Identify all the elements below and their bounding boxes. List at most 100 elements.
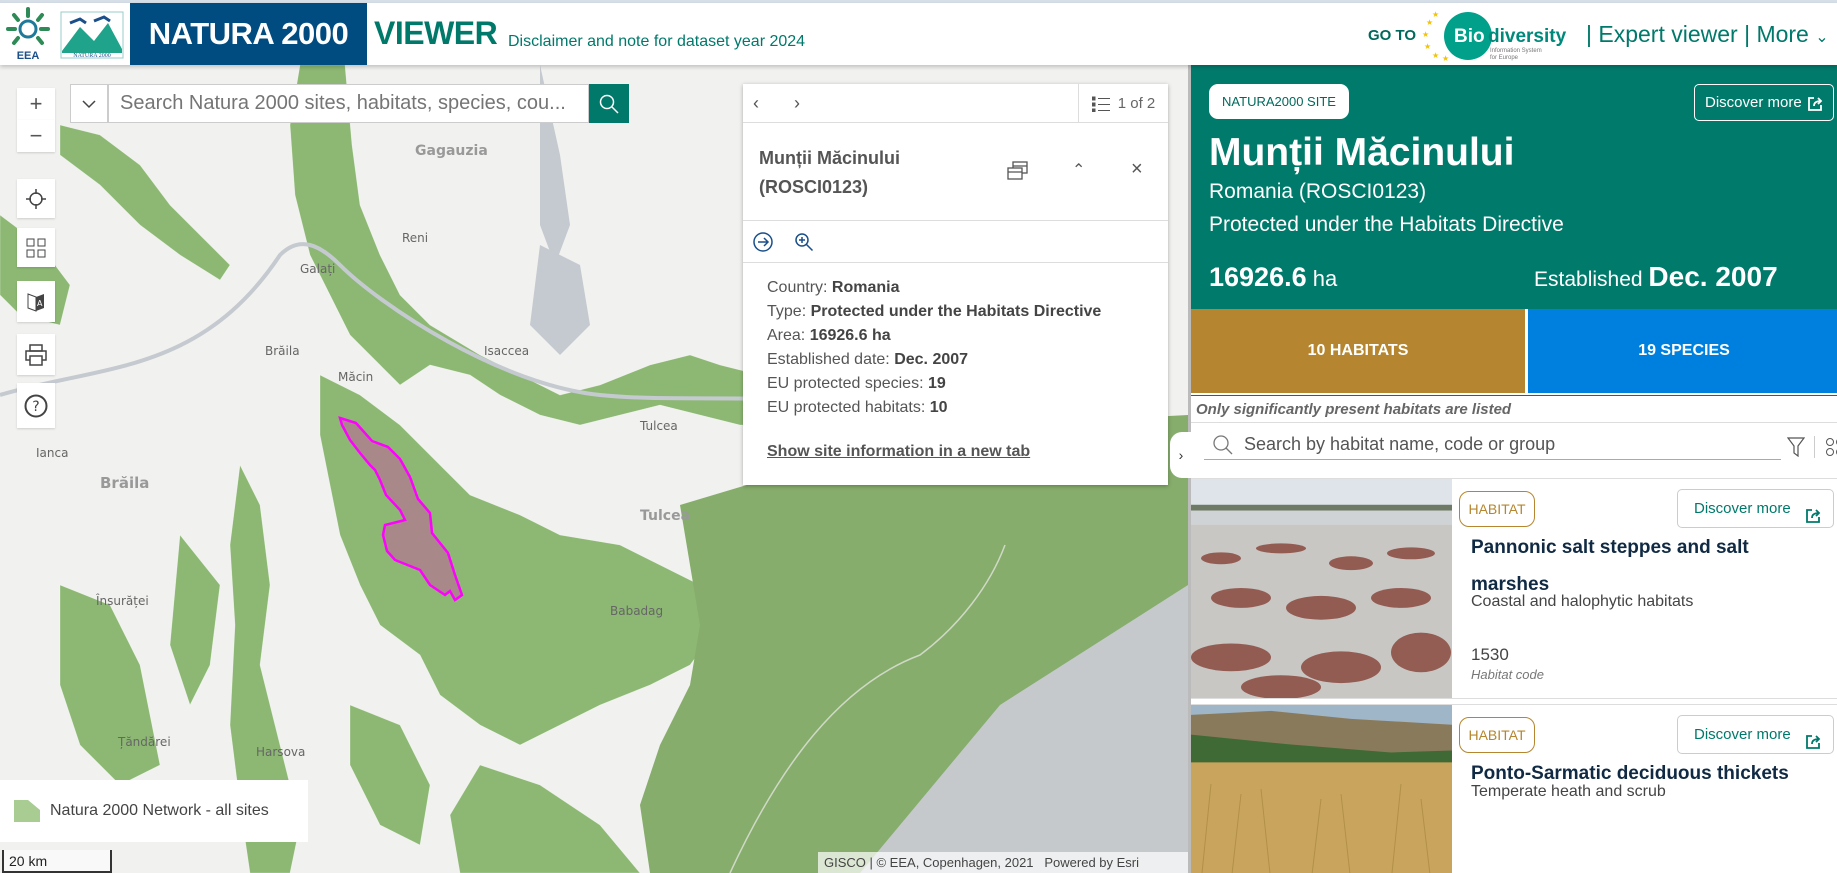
popup-fields: Country: Romania Type: Protected under t… — [767, 276, 1101, 420]
map-legend: Natura 2000 Network - all sites — [0, 780, 308, 842]
discover-more-button[interactable]: Discover more — [1677, 489, 1834, 528]
biodiversity-logo[interactable]: ★★★★★ ★ Bio diversity Information System … — [1420, 11, 1585, 61]
legend-label: Natura 2000 Network - all sites — [50, 802, 269, 819]
site-type-badge: NATURA2000 SITE — [1209, 84, 1349, 119]
nav-links[interactable]: | Expert viewer | More — [1586, 21, 1809, 47]
translate-icon: A — [27, 292, 44, 312]
map-label: Măcin — [338, 370, 373, 384]
external-link-icon — [1808, 97, 1823, 111]
basemap-grid-icon — [26, 238, 46, 257]
translate-button[interactable]: A — [17, 281, 55, 322]
basemap-gallery-button[interactable] — [17, 228, 55, 267]
habitat-card[interactable]: HABITAT Discover more Ponto-Sarmatic dec… — [1191, 704, 1837, 873]
habitats-note: Only significantly present habitats are … — [1196, 401, 1512, 418]
map-label: Harsova — [256, 745, 305, 759]
site-info-link[interactable]: Show site information in a new tab — [767, 443, 1030, 461]
next-feature-button[interactable]: › — [794, 93, 800, 114]
map-label: Ianca — [36, 446, 68, 460]
svg-text:diversity: diversity — [1488, 26, 1567, 47]
habitat-tag: HABITAT — [1459, 491, 1535, 527]
expert-viewer-more-links[interactable]: | Expert viewer | More ⌄ — [1586, 21, 1829, 48]
natura-area — [59, 124, 231, 281]
help-button[interactable]: ? — [17, 383, 55, 428]
zoom-in-magnifier-icon[interactable] — [794, 232, 814, 252]
search-source-dropdown[interactable] — [70, 84, 108, 123]
print-button[interactable] — [17, 334, 55, 375]
collapse-icon[interactable]: ⌃ — [1072, 160, 1085, 180]
svg-text:★: ★ — [1424, 42, 1431, 51]
filter-icon[interactable] — [1787, 437, 1805, 457]
habitat-card[interactable]: HABITAT Discover more Pannonic salt step… — [1191, 478, 1837, 699]
chevron-right-icon: › — [1178, 447, 1184, 463]
map-label: Babadag — [610, 604, 663, 618]
zoom-out-button[interactable]: − — [17, 120, 55, 152]
powered-by-esri[interactable]: Powered by Esri — [1044, 855, 1139, 870]
close-icon[interactable]: × — [1131, 158, 1143, 181]
chevron-down-icon[interactable]: ⌄ — [1815, 29, 1828, 46]
site-country-code: Romania (ROSCI0123) — [1209, 180, 1427, 203]
feature-list-button[interactable]: 1 of 2 — [1078, 84, 1168, 123]
natura2000-logo: NATURA 2000 — [60, 11, 124, 59]
svg-text:★: ★ — [1432, 51, 1439, 60]
app-header: EEA NATURA 2000 NATURA 2000 VIEWER Discl… — [0, 3, 1837, 65]
lake — [530, 245, 590, 355]
svg-text:★: ★ — [1422, 30, 1429, 39]
discover-more-button[interactable]: Discover more — [1677, 715, 1834, 754]
map-label: Brăila — [265, 344, 300, 358]
species-tab[interactable]: 19 SPECIES — [1528, 309, 1837, 393]
disclaimer-link[interactable]: Disclaimer and note for dataset year 202… — [508, 33, 805, 51]
svg-text:?: ? — [32, 399, 39, 415]
locate-button[interactable] — [17, 179, 55, 218]
goto-label: GO TO — [1368, 27, 1417, 44]
natura-area — [349, 704, 431, 846]
habitat-photo — [1191, 479, 1452, 698]
crosshair-icon — [26, 188, 46, 209]
map-search-input[interactable] — [108, 84, 589, 123]
svg-text:Information System: Information System — [1490, 48, 1542, 54]
field-habitats: EU protected habitats: 10 — [767, 399, 948, 416]
view-toggle-icon[interactable] — [1825, 437, 1837, 457]
natura-area — [59, 584, 161, 786]
site-detail-panel: NATURA2000 SITE Discover more Munții Măc… — [1188, 65, 1837, 873]
map-label: Galați — [300, 262, 335, 276]
svg-text:★: ★ — [1432, 11, 1439, 19]
chevron-down-icon — [82, 99, 96, 108]
field-area: Area: 16926.6 ha — [767, 327, 891, 344]
field-established: Established date: Dec. 2007 — [767, 351, 969, 368]
panel-toggle-handle[interactable]: › — [1170, 432, 1192, 478]
habitat-tag: HABITAT — [1459, 717, 1535, 753]
field-country: Country: Romania — [767, 279, 900, 296]
field-species: EU protected species: 19 — [767, 375, 946, 392]
dock-icon[interactable] — [1007, 160, 1029, 182]
zoom-to-arrow-icon[interactable] — [753, 232, 773, 252]
habitat-photo — [1191, 705, 1452, 873]
popup-title: Munții Măcinului (ROSCI0123) — [759, 148, 900, 197]
habitat-group: Coastal and halophytic habitats — [1471, 593, 1694, 610]
svg-text:NATURA 2000: NATURA 2000 — [73, 53, 111, 59]
search-icon — [599, 94, 619, 114]
site-popup: ‹ › 1 of 2 Munții Măcinului (ROSCI0123) … — [743, 84, 1168, 485]
natura-area — [449, 764, 641, 873]
map-attribution[interactable]: GISCO | © EEA, Copenhagen, 2021 Powered … — [818, 852, 1188, 873]
search-button[interactable] — [589, 84, 629, 123]
zoom-in-button[interactable]: + — [17, 88, 55, 120]
habitats-tab[interactable]: 10 HABITATS — [1191, 309, 1525, 393]
external-link-icon — [1806, 735, 1821, 749]
natura-area — [169, 534, 221, 706]
svg-text:★: ★ — [1442, 54, 1449, 61]
help-icon: ? — [24, 394, 48, 417]
habitat-search-input[interactable]: Search by habitat name, code or group — [1204, 428, 1781, 460]
feature-page-count: 1 of 2 — [1117, 95, 1156, 112]
brand-title[interactable]: NATURA 2000 — [130, 3, 367, 65]
discover-more-button[interactable]: Discover more — [1694, 84, 1834, 121]
map-label: Brăila — [100, 474, 149, 492]
site-header: NATURA2000 SITE Discover more Munții Măc… — [1191, 65, 1837, 309]
habitat-code-label: Habitat code — [1471, 667, 1544, 682]
map-label: Tulcea — [639, 419, 678, 433]
eea-logo[interactable]: EEA — [4, 7, 52, 61]
map-label: Însurăței — [95, 593, 149, 608]
svg-text:A: A — [37, 299, 43, 308]
map-label: Gagauzia — [415, 143, 488, 159]
habitat-name[interactable]: Pannonic salt steppes and salt marshes — [1471, 529, 1811, 603]
previous-feature-button[interactable]: ‹ — [753, 93, 759, 114]
